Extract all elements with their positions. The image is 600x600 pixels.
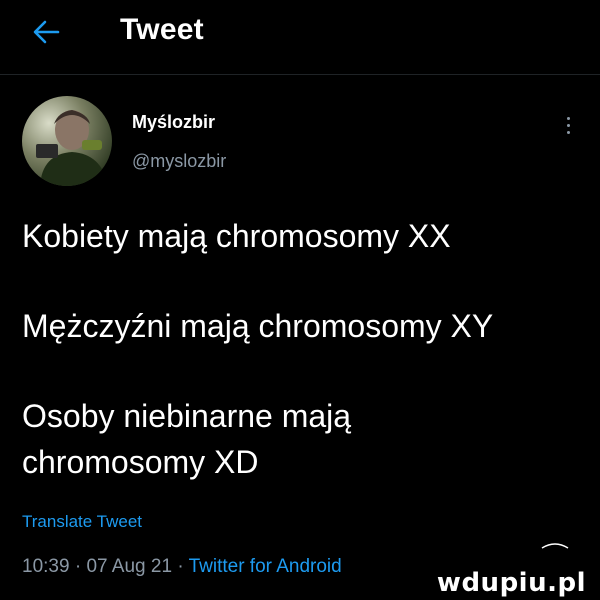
watermark: wdupiu.pl [436, 568, 586, 598]
tweet-text-line: chromosomy XD [22, 444, 259, 480]
translate-tweet-link[interactable]: Translate Tweet [22, 512, 142, 532]
author-name[interactable]: Myślozbir [132, 112, 215, 133]
page-title: Tweet [120, 13, 204, 46]
author-handle[interactable]: @myslozbir [132, 151, 226, 172]
tweet-text-line: Kobiety mają chromosomy XX [22, 218, 451, 254]
tweet-text-line: Osoby niebinarne mają [22, 398, 352, 434]
top-bar: Tweet [0, 0, 600, 75]
avatar[interactable] [22, 96, 112, 186]
tweet-meta: 10:39 · 07 Aug 21 · Twitter for Android [22, 556, 342, 577]
back-button[interactable] [28, 14, 64, 50]
watermark-logo [541, 543, 569, 549]
tweet-text-line: Mężczyźni mają chromosomy XY [22, 308, 494, 344]
tweet-date: 07 Aug 21 [86, 556, 173, 577]
tweet-source-link[interactable]: Twitter for Android [189, 556, 342, 577]
more-vertical-icon[interactable] [556, 110, 580, 140]
arrow-left-icon [33, 20, 60, 44]
tweet-time: 10:39 [22, 556, 70, 577]
tweet-author: Myślozbir @myslozbir [0, 82, 600, 192]
